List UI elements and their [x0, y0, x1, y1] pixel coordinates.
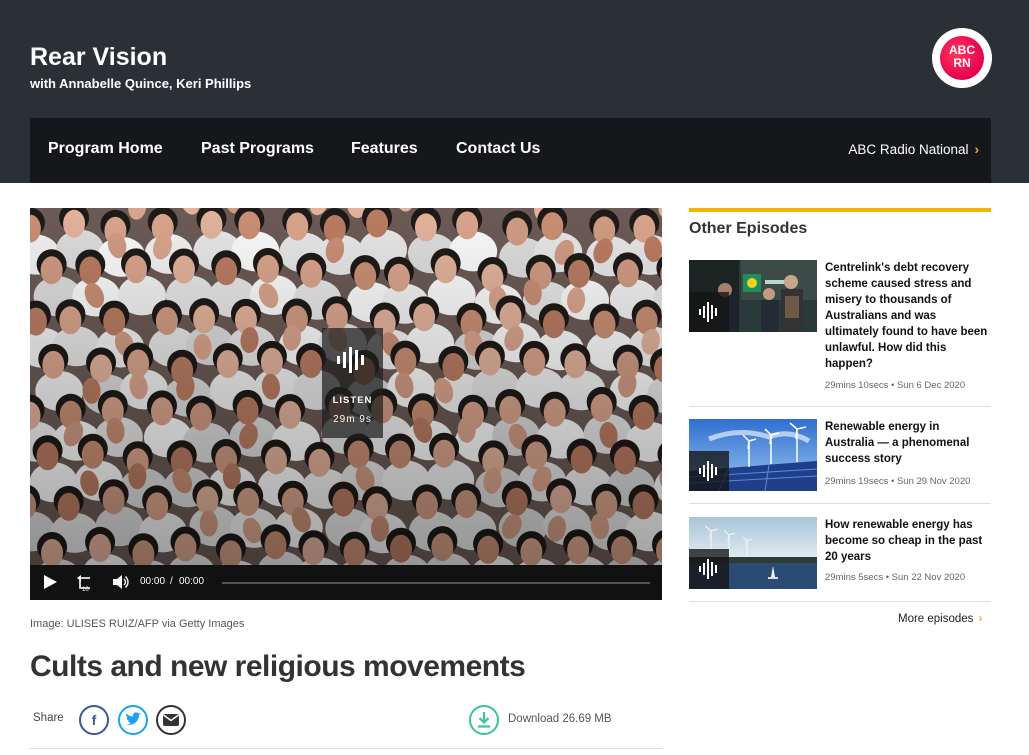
episode-card-meta: 29mins 5secs • Sun 22 Nov 2020: [825, 572, 966, 583]
more-episodes-label: More episodes: [898, 613, 974, 625]
abc-radio-national-link[interactable]: ABC Radio National ›: [848, 142, 979, 157]
seek-bar[interactable]: [222, 582, 650, 584]
episode-thumbnail: [689, 260, 817, 332]
envelope-icon: [163, 714, 179, 726]
episode-divider: [689, 406, 991, 407]
current-time: 00:00: [140, 576, 166, 587]
chevron-right-icon: ›: [974, 142, 980, 157]
listen-button[interactable]: LISTEN 29m 9s: [322, 328, 383, 438]
email-share-button[interactable]: [156, 705, 186, 735]
time-separator: /: [170, 576, 173, 587]
volume-icon[interactable]: [112, 574, 130, 590]
nav-past-programs[interactable]: Past Programs: [201, 140, 314, 158]
episode-card-title[interactable]: Renewable energy in Australia — a phenom…: [825, 419, 991, 467]
listen-label: LISTEN: [332, 395, 373, 406]
episode-card-meta: 29mins 19secs • Sun 29 Nov 2020: [825, 476, 971, 487]
episode-hero: LISTEN 29m 9s 10 00:00 / 00:00: [30, 208, 662, 600]
program-title[interactable]: Rear Vision: [30, 43, 167, 72]
svg-text:10: 10: [82, 587, 89, 592]
download-button[interactable]: [469, 705, 499, 735]
episode-card-title[interactable]: How renewable energy has become so cheap…: [825, 517, 991, 565]
episode-card-renewables-success[interactable]: Renewable energy in Australia — a phenom…: [689, 419, 991, 504]
nav-program-home[interactable]: Program Home: [48, 140, 163, 158]
listen-mini-button[interactable]: [689, 292, 729, 332]
more-episodes-link[interactable]: More episodes ›: [898, 613, 982, 625]
download-label[interactable]: Download 26.69 MB: [508, 713, 612, 725]
total-time: 00:00: [179, 576, 205, 587]
chevron-right-icon: ›: [978, 613, 983, 625]
episode-card-title[interactable]: Centrelink's debt recovery scheme caused…: [825, 260, 991, 372]
episode-card-centrelink[interactable]: Centrelink's debt recovery scheme caused…: [689, 260, 991, 407]
twitter-share-button[interactable]: [118, 705, 148, 735]
image-caption: Image: ULISES RUIZ/AFP via Getty Images: [30, 618, 245, 630]
audio-player: 10 00:00 / 00:00: [30, 565, 662, 600]
episode-card-renewables-cheap[interactable]: How renewable energy has become so cheap…: [689, 517, 991, 602]
nav-contact-us[interactable]: Contact Us: [456, 140, 540, 158]
nav-features[interactable]: Features: [351, 140, 418, 158]
episode-divider: [689, 601, 991, 602]
twitter-icon: [126, 712, 141, 725]
episode-divider: [689, 503, 991, 504]
share-label: Share: [33, 712, 64, 724]
listen-duration: 29m 9s: [333, 414, 372, 425]
abc-rn-logo[interactable]: ABC RN: [932, 28, 992, 88]
sidebar-accent-rule: [689, 208, 991, 212]
episode-card-meta: 29mins 10secs • Sun 6 Dec 2020: [825, 380, 966, 391]
episode-thumbnail: [689, 517, 817, 589]
audio-wave-icon: [699, 559, 717, 579]
episode-thumbnail: [689, 419, 817, 491]
audio-wave-icon: [699, 302, 717, 322]
episode-title: Cults and new religious movements: [30, 650, 526, 683]
logo-text: ABC RN: [949, 43, 975, 70]
network-label: ABC Radio National: [848, 142, 969, 157]
divider: [30, 748, 662, 749]
other-episodes-heading: Other Episodes: [689, 220, 808, 237]
listen-mini-button[interactable]: [689, 451, 729, 491]
facebook-icon: f: [91, 712, 97, 728]
audio-wave-icon: [699, 461, 717, 481]
program-nav: Program Home Past Programs Features Cont…: [30, 118, 991, 183]
audio-wave-icon: [337, 347, 364, 373]
download-icon: [478, 712, 490, 728]
play-icon[interactable]: [42, 574, 58, 590]
rewind-10-icon[interactable]: 10: [76, 574, 94, 592]
program-hosts: with Annabelle Quince, Keri Phillips: [30, 76, 252, 91]
listen-mini-button[interactable]: [689, 549, 729, 589]
facebook-share-button[interactable]: f: [79, 705, 109, 735]
